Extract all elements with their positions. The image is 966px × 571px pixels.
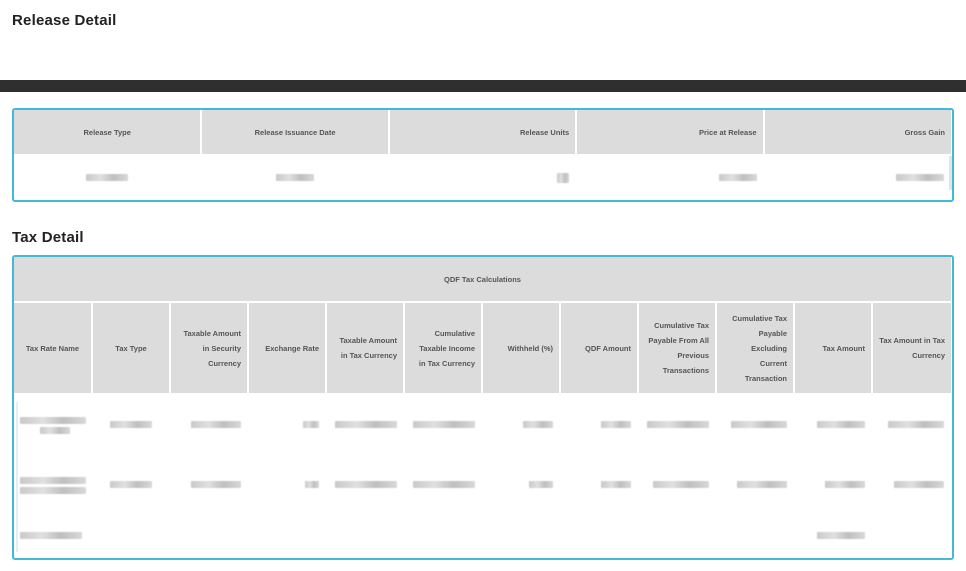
tax-detail-panel: QDF Tax Calculations Tax Rate Name Tax T…	[12, 255, 954, 560]
tax-table: QDF Tax Calculations Tax Rate Name Tax T…	[14, 257, 952, 557]
col-header-qdf-amount[interactable]: QDF Amount	[560, 302, 639, 395]
redacted-cell	[14, 394, 92, 455]
redacted-cell	[576, 155, 763, 200]
redacted-cell	[404, 394, 482, 455]
divider-bar	[0, 80, 966, 92]
release-detail-panel: Release Type Release Issuance Date Relea…	[12, 108, 954, 202]
redacted-cell	[389, 155, 576, 200]
col-header-release-issuance-date[interactable]: Release Issuance Date	[201, 110, 390, 156]
redacted-cell	[326, 455, 404, 515]
release-table: Release Type Release Issuance Date Relea…	[14, 110, 952, 200]
col-header-cumulative-tax-payable-previous[interactable]: Cumulative Tax Payable From All Previous…	[638, 302, 717, 395]
table-row	[14, 155, 951, 200]
table-row	[14, 455, 951, 515]
redacted-cell	[248, 394, 326, 455]
redacted-cell	[794, 455, 872, 515]
redacted-cell	[92, 455, 170, 515]
redacted-cell	[638, 394, 716, 455]
horizontal-scrollbar[interactable]	[949, 156, 952, 190]
redacted-cell	[482, 455, 560, 515]
redacted-cell	[560, 455, 638, 515]
col-header-price-at-release[interactable]: Price at Release	[576, 110, 765, 156]
redacted-cell	[92, 394, 170, 455]
col-header-withheld-percent[interactable]: Withheld (%)	[482, 302, 561, 395]
redacted-cell	[326, 394, 404, 455]
release-detail-title: Release Detail	[12, 12, 117, 29]
redacted-cell	[716, 455, 794, 515]
redacted-cell	[872, 455, 951, 515]
col-header-cumulative-tax-payable-excluding[interactable]: Cumulative Tax Payable Excluding Current…	[716, 302, 795, 395]
redacted-cell	[248, 455, 326, 515]
redacted-cell	[716, 394, 794, 455]
redacted-cell	[638, 455, 716, 515]
col-header-tax-type[interactable]: Tax Type	[92, 302, 171, 395]
col-header-release-type[interactable]: Release Type	[14, 110, 203, 156]
redacted-cell	[170, 455, 248, 515]
redacted-cell	[14, 155, 201, 200]
col-header-taxable-amount-security-currency[interactable]: Taxable Amount in Security Currency	[170, 302, 249, 395]
group-header-qdf-tax-calculations: QDF Tax Calculations	[14, 257, 951, 303]
col-header-exchange-rate[interactable]: Exchange Rate	[248, 302, 327, 395]
redacted-cell	[872, 394, 951, 455]
redacted-cell	[170, 394, 248, 455]
col-header-gross-gain[interactable]: Gross Gain	[763, 110, 951, 156]
redacted-cell	[404, 455, 482, 515]
redacted-cell	[14, 455, 92, 515]
col-header-release-units[interactable]: Release Units	[388, 110, 578, 156]
col-header-tax-amount[interactable]: Tax Amount	[794, 302, 873, 395]
col-header-cumulative-taxable-income[interactable]: Cumulative Taxable Income in Tax Currenc…	[404, 302, 483, 395]
redacted-cell	[794, 394, 872, 455]
vertical-scrollbar[interactable]	[16, 402, 18, 552]
redacted-cell	[482, 394, 560, 455]
redacted-cell	[14, 515, 92, 557]
redacted-cell	[794, 515, 872, 557]
col-header-tax-rate-name[interactable]: Tax Rate Name	[14, 302, 93, 395]
col-header-tax-amount-tax-currency[interactable]: Tax Amount in Tax Currency	[872, 302, 951, 395]
tax-detail-title: Tax Detail	[12, 229, 84, 246]
table-row	[14, 394, 951, 455]
table-row	[14, 515, 951, 557]
redacted-cell	[764, 155, 951, 200]
redacted-cell	[201, 155, 388, 200]
redacted-cell	[560, 394, 638, 455]
col-header-taxable-amount-tax-currency[interactable]: Taxable Amount in Tax Currency	[326, 302, 405, 395]
